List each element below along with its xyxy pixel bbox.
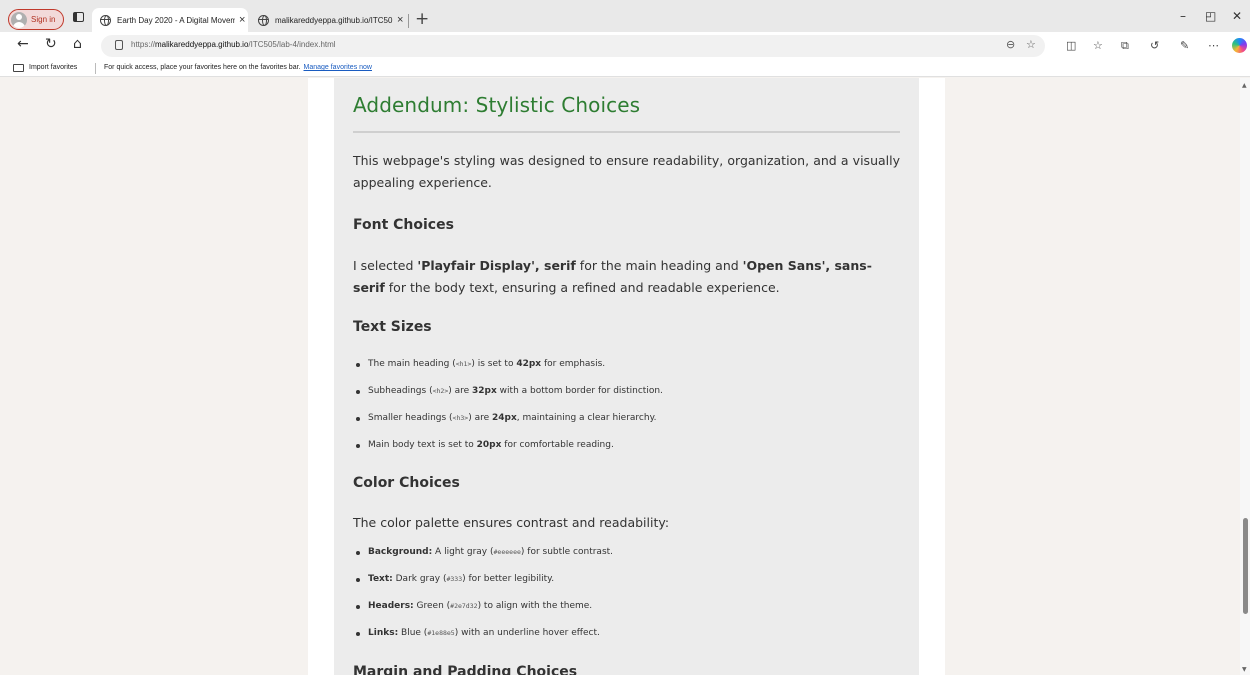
tab-actions-icon[interactable] [73, 12, 84, 22]
page-scrollbar[interactable]: ▲ ▼ [1240, 78, 1250, 675]
tab-strip: Sign in Earth Day 2020 - A Digital Movem… [0, 0, 1250, 32]
close-tab-icon[interactable]: × [239, 14, 245, 26]
favorite-star-icon[interactable]: ☆ [1026, 38, 1036, 51]
list-item: Subheadings (<h2>) are 32px with a botto… [353, 386, 663, 413]
list-item: Text: Dark gray (#333) for better legibi… [353, 574, 613, 601]
scrollbar-thumb[interactable] [1243, 518, 1248, 614]
favorites-bar: Import favorites For quick access, place… [0, 60, 1250, 77]
list-item: Background: A light gray (#eeeeee) for s… [353, 547, 613, 574]
profile-icon [11, 11, 27, 28]
import-favorites-button[interactable]: Import favorites [29, 64, 77, 71]
list-item: Headers: Green (#2e7d32) to align with t… [353, 601, 613, 628]
sign-in-button[interactable]: Sign in [8, 9, 64, 30]
intro-paragraph: This webpage's styling was designed to e… [353, 153, 900, 190]
text-sizes-heading: Text Sizes [353, 319, 432, 335]
list-item: Links: Blue (#1e88e5) with an underline … [353, 628, 613, 655]
close-tab-icon[interactable]: × [397, 14, 403, 26]
addendum-heading: Addendum: Stylistic Choices [353, 93, 641, 117]
url-text[interactable]: https://malikareddyeppa.github.io/ITC505… [131, 40, 336, 49]
more-menu-icon[interactable]: ⋯ [1208, 39, 1219, 52]
list-item: Smaller headings (<h3>) are 24px, mainta… [353, 413, 663, 440]
refresh-icon[interactable]: ↻ [45, 36, 57, 52]
color-choices-list: Background: A light gray (#eeeeee) for s… [353, 547, 613, 655]
tab-divider [408, 14, 409, 28]
favorites-icon[interactable]: ☆ [1093, 39, 1103, 52]
new-tab-button[interactable]: + [415, 9, 429, 29]
heading-border [353, 131, 900, 133]
color-choices-heading: Color Choices [353, 475, 460, 491]
tab-github-page[interactable]: malikareddyeppa.github.io/ITC50 × [250, 8, 410, 32]
font-choices-paragraph: I selected 'Playfair Display', serif for… [353, 258, 872, 295]
page-container: Addendum: Stylistic Choices This webpage… [308, 78, 945, 675]
address-bar[interactable]: https://malikareddyeppa.github.io/ITC505… [101, 35, 1045, 57]
globe-icon [258, 14, 269, 26]
tab-title: malikareddyeppa.github.io/ITC50 [275, 15, 393, 25]
copilot-icon[interactable] [1232, 38, 1247, 53]
home-icon[interactable]: ⌂ [73, 36, 82, 52]
folder-icon [13, 64, 24, 72]
collections-icon[interactable]: ⧉ [1121, 39, 1129, 53]
color-palette-intro: The color palette ensures contrast and r… [353, 515, 670, 530]
scroll-up-icon[interactable]: ▲ [1242, 82, 1247, 89]
scroll-down-icon[interactable]: ▼ [1242, 666, 1247, 673]
extensions-icon[interactable]: ✎ [1180, 39, 1189, 52]
font-choices-heading: Font Choices [353, 217, 454, 233]
addendum-section: Addendum: Stylistic Choices This webpage… [334, 78, 919, 675]
history-icon[interactable]: ↺ [1150, 39, 1159, 52]
page-viewport: Addendum: Stylistic Choices This webpage… [0, 78, 1250, 675]
list-item: The main heading (<h1>) is set to 42px f… [353, 359, 663, 386]
sign-in-label: Sign in [31, 15, 56, 24]
split-screen-icon[interactable]: ◫ [1066, 39, 1076, 52]
text-sizes-list: The main heading (<h1>) is set to 42px f… [353, 359, 663, 467]
favorites-hint: For quick access, place your favorites h… [104, 64, 372, 71]
browser-toolbar: ← ↻ ⌂ https://malikareddyeppa.github.io/… [0, 32, 1250, 60]
favorites-divider [95, 63, 96, 74]
globe-icon [100, 14, 111, 26]
margin-padding-heading: Margin and Padding Choices [353, 664, 578, 675]
back-icon[interactable]: ← [17, 36, 29, 52]
manage-favorites-link[interactable]: Manage favorites now [304, 64, 372, 71]
list-item: Main body text is set to 20px for comfor… [353, 440, 663, 467]
lock-icon[interactable] [115, 40, 123, 50]
close-window-icon[interactable]: ✕ [1232, 9, 1242, 23]
restore-icon[interactable]: ◰ [1205, 9, 1216, 23]
minimize-icon[interactable]: – [1180, 9, 1186, 23]
tab-earth-day[interactable]: Earth Day 2020 - A Digital Movem × [92, 8, 248, 32]
tab-title: Earth Day 2020 - A Digital Movem [117, 15, 235, 25]
reading-icon[interactable]: ⊖ [1006, 38, 1015, 51]
